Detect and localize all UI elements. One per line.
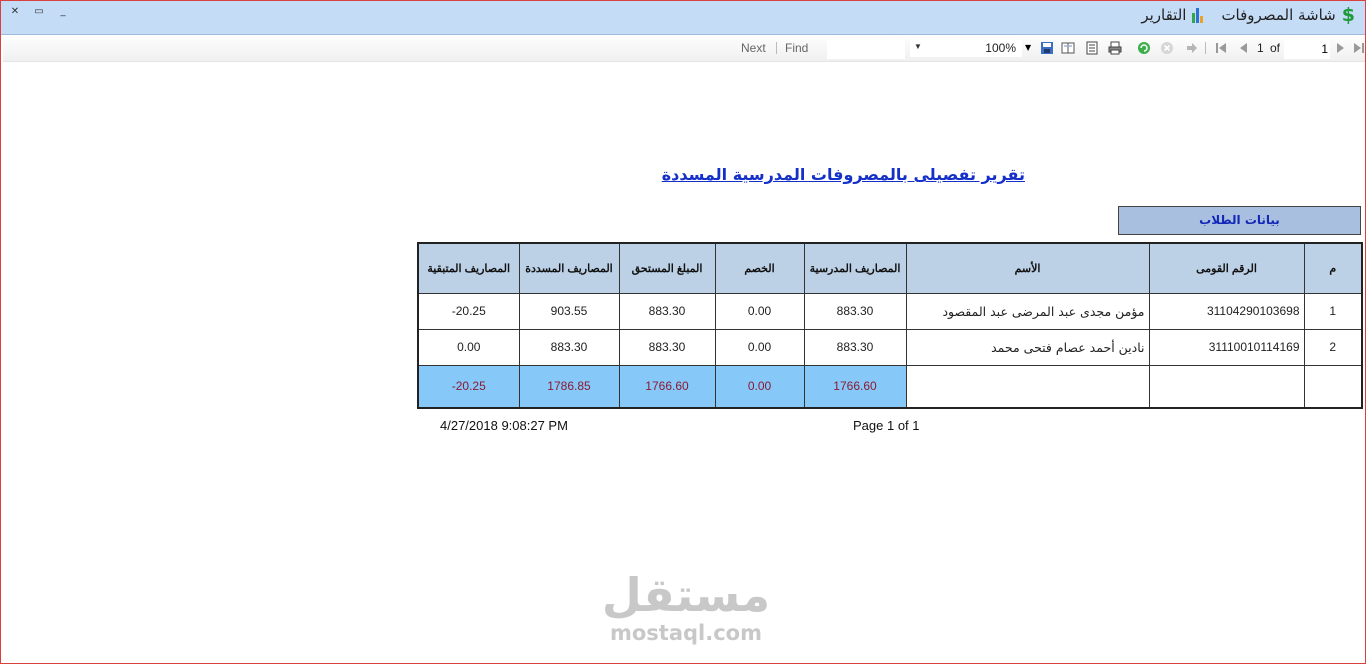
total-discount-cell: 0.00 [714, 364, 805, 409]
refresh-icon[interactable] [1136, 40, 1152, 56]
maximize-icon[interactable]: ▭ [31, 5, 47, 19]
find-input[interactable] [827, 39, 905, 59]
toolbar-separator [776, 42, 777, 54]
document-map-icon[interactable] [1060, 40, 1076, 56]
watermark-logo: مستقل mostaql.com [601, 569, 771, 645]
menu-item-reports[interactable]: التقارير [1141, 6, 1204, 24]
national-id-cell: 31110010114169 [1148, 328, 1305, 366]
section-label: بيانات الطلاب [1118, 206, 1361, 235]
empty-cell [1148, 364, 1305, 409]
menu-item-expenses[interactable]: $ شاشة المصروفات [1221, 4, 1355, 26]
table-header-row: المصاريف المتبقية المصاريف المسددة المبل… [417, 242, 1363, 294]
window-controls: ✕ ▭ _ [7, 5, 71, 19]
totals-row: -20.25 1786.85 1766.60 0.00 1766.60 [417, 364, 1363, 409]
back-icon[interactable] [1183, 40, 1199, 56]
report-title: تقرير تفصيلى بالمصروفات المدرسية المسددة [661, 165, 1025, 184]
watermark-arabic: مستقل [601, 568, 771, 622]
watermark-latin: mostaql.com [610, 621, 762, 645]
column-header: المصاريف المتبقية [417, 242, 520, 294]
chevron-down-icon: ▼ [914, 42, 922, 51]
report-window: ✕ ▭ _ $ شاشة المصروفات التقارير Next Fin… [0, 0, 1366, 664]
stop-icon[interactable] [1159, 40, 1175, 56]
dollar-icon: $ [1341, 4, 1355, 26]
student-name-cell: نادين أحمد عصام فتحى محمد [905, 328, 1150, 366]
main-menu: $ شاشة المصروفات التقارير [1141, 4, 1355, 26]
bar-chart-icon [1192, 7, 1204, 23]
paid-cell: 883.30 [518, 328, 620, 366]
paid-cell: 903.55 [518, 292, 620, 330]
find-next-link[interactable]: Next [741, 41, 766, 55]
remaining-cell: -20.25 [417, 292, 520, 330]
column-header: م [1303, 242, 1363, 294]
column-header: الرقم القومى [1148, 242, 1305, 294]
column-header: المصاريف المسددة [518, 242, 620, 294]
print-icon[interactable] [1107, 40, 1123, 56]
due-cell: 883.30 [618, 328, 716, 366]
menu-item-label: التقارير [1141, 6, 1187, 24]
total-paid-cell: 1786.85 [518, 364, 620, 409]
national-id-cell: 31104290103698 [1148, 292, 1305, 330]
row-index-cell: 1 [1303, 292, 1363, 330]
column-header: الخصم [714, 242, 805, 294]
fees-cell: 883.30 [803, 328, 907, 366]
report-table: المصاريف المتبقية المصاريف المسددة المبل… [417, 242, 1363, 409]
toolbar-separator [1205, 42, 1206, 54]
total-fees-cell: 1766.60 [803, 364, 907, 409]
table-row: -20.25 903.55 883.30 0.00 883.30 مؤمن مج… [417, 292, 1363, 330]
previous-page-icon[interactable] [1236, 40, 1252, 56]
total-remaining-cell: -20.25 [417, 364, 520, 409]
total-due-cell: 1766.60 [618, 364, 716, 409]
page-number-input[interactable] [1284, 39, 1330, 59]
report-toolbar: Next Find ▼ 100% ▼ 1 of [3, 37, 1365, 62]
zoom-select[interactable]: ▼ 100% [910, 39, 1022, 57]
row-index-cell: 2 [1303, 328, 1363, 366]
minimize-icon[interactable]: _ [55, 5, 71, 19]
discount-cell: 0.00 [714, 292, 805, 330]
export-icon[interactable] [1039, 40, 1055, 56]
report-page-number: Page 1 of 1 [853, 418, 920, 433]
table-row: 0.00 883.30 883.30 0.00 883.30 نادين أحم… [417, 328, 1363, 366]
zoom-value: 100% [985, 41, 1016, 55]
column-header: الأسم [905, 242, 1150, 294]
remaining-cell: 0.00 [417, 328, 520, 366]
menu-bar: ✕ ▭ _ $ شاشة المصروفات التقارير [1, 1, 1365, 35]
empty-cell [905, 364, 1150, 409]
student-name-cell: مؤمن مجدى عبد المرضى عبد المقصود [905, 292, 1150, 330]
first-page-icon[interactable] [1213, 40, 1229, 56]
discount-cell: 0.00 [714, 328, 805, 366]
next-page-icon[interactable] [1332, 40, 1348, 56]
report-date: 4/27/2018 9:08:27 PM [440, 418, 568, 433]
last-page-icon[interactable] [1351, 40, 1366, 56]
find-link[interactable]: Find [785, 41, 808, 55]
column-header: المبلغ المستحق [618, 242, 716, 294]
due-cell: 883.30 [618, 292, 716, 330]
fees-cell: 883.30 [803, 292, 907, 330]
page-of-label: of [1270, 41, 1281, 55]
page-current-label: 1 [1257, 41, 1264, 55]
close-icon[interactable]: ✕ [7, 5, 23, 19]
column-header: المصاريف المدرسية [803, 242, 907, 294]
empty-cell [1303, 364, 1363, 409]
page-setup-icon[interactable] [1084, 40, 1100, 56]
menu-item-label: شاشة المصروفات [1221, 6, 1336, 24]
